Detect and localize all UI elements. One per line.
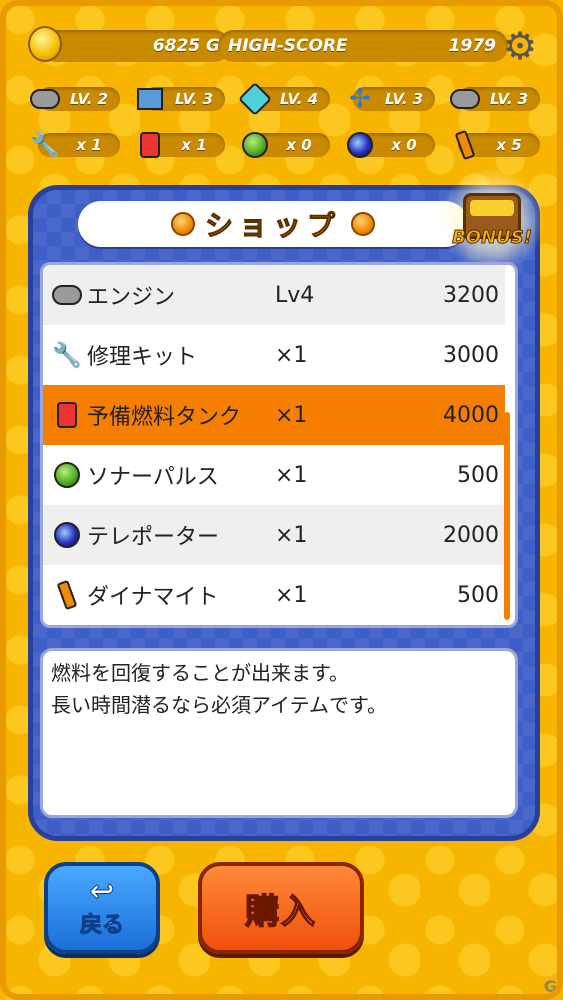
upgrade-drill: LV. 3 [448,84,540,114]
description-line: 燃料を回復することが出来ます。 [51,661,349,685]
item-name: 予備燃料タンク [87,405,242,430]
bonus-button[interactable]: BONUS! [438,168,546,272]
highscore-value: 1979 [448,36,496,56]
teleporter-icon [347,132,373,158]
shop-title: ショップ [204,209,341,243]
upgrade-engine: LV. 2 [28,84,120,114]
item-price: 500 [457,462,499,488]
item-price: 3200 [443,282,499,308]
highscore-label: HIGH-SCORE [228,36,348,56]
upgrade-level: LV. 2 [69,90,109,108]
item-name: エンジン [87,285,176,310]
back-button-label: 戻る [79,913,124,939]
upgrade-crystal: LV. 4 [238,82,330,116]
wrench-icon: 🔧 [52,341,82,369]
engine-icon [30,89,60,109]
inventory-count: x 5 [496,136,522,154]
status-bar: 6825 G HIGH-SCORE 1979 ⚙ [28,26,540,66]
inventory-teleporter: x 0 [343,130,435,160]
upgrade-level: LV. 3 [174,90,214,108]
gear-icon[interactable]: ⚙ [500,26,540,66]
upgrade-row: LV. 2 LV. 3 LV. 4 ✢ LV. 3 LV. 3 [28,82,540,116]
list-item[interactable]: エンジン Lv4 3200 [43,265,505,325]
item-price: 500 [457,582,499,608]
propeller-icon: ✢ [349,84,371,114]
highscore-display: HIGH-SCORE 1979 [218,30,508,62]
upgrade-level: LV. 3 [489,90,529,108]
item-price: 4000 [443,402,499,428]
upgrade-level: LV. 4 [279,90,319,108]
inventory-fuel: x 1 [133,130,225,160]
item-qty: ×1 [275,342,308,368]
inventory-count: x 0 [391,136,417,154]
list-item-selected[interactable]: 予備燃料タンク ×1 4000 [43,385,505,445]
item-name: 修理キット [87,345,198,370]
upgrade-level: LV. 3 [384,90,424,108]
list-item[interactable]: ダイナマイト ×1 500 [43,565,505,625]
buy-button-label: 購入 [244,891,317,933]
gold-value: 6825 G [152,36,220,56]
inventory-count: x 1 [181,136,207,154]
inventory-count: x 0 [286,136,312,154]
shop-item-list[interactable]: エンジン Lv4 3200 🔧 修理キット ×1 3000 予備燃料タンク ×1… [40,262,518,628]
list-item[interactable]: 🔧 修理キット ×1 3000 [43,325,505,385]
engine-icon [52,285,82,305]
inventory-wrench: 🔧 x 1 [28,130,120,160]
item-name: ダイナマイト [87,585,219,610]
list-item[interactable]: ソナーパルス ×1 500 [43,445,505,505]
item-qty: Lv4 [275,282,315,308]
list-item[interactable]: テレポーター ×1 2000 [43,505,505,565]
list-scrollbar[interactable] [504,412,510,620]
inventory-sonar: x 0 [238,130,330,160]
coin-icon [28,26,62,62]
teleporter-icon [54,522,80,548]
drill-icon [450,89,480,109]
item-price: 2000 [443,522,499,548]
item-qty: ×1 [275,402,308,428]
item-qty: ×1 [275,522,308,548]
return-arrow-icon: ↩ [89,874,115,909]
site-watermark: G [543,977,557,996]
dynamite-icon [56,579,78,611]
wrench-icon: 🔧 [30,131,60,159]
fuel-tank-icon [140,132,160,158]
item-description: 燃料を回復することが出来ます。 長い時間潜るなら必須アイテムです。 [40,648,518,818]
inventory-dynamite: x 5 [448,129,540,161]
item-price: 3000 [443,342,499,368]
item-name: テレポーター [87,525,220,550]
orange-dot-icon [351,212,375,236]
item-qty: ×1 [275,462,308,488]
fuel-tank-icon [57,402,77,428]
upgrade-hull: LV. 3 [133,84,225,114]
upgrade-propeller: ✢ LV. 3 [343,84,435,114]
sonar-icon [242,132,268,158]
description-line: 長い時間潜るなら必須アイテムです。 [51,693,387,717]
back-button[interactable]: ↩ 戻る [44,862,160,954]
buy-button[interactable]: 購入 [198,862,364,954]
item-qty: ×1 [275,582,308,608]
gold-display: 6825 G [40,30,230,62]
orange-dot-icon [170,212,195,236]
bonus-label: BONUS! [452,226,533,248]
inventory-count: x 1 [76,136,102,154]
shop-title-bar: ショップ [78,201,468,247]
sonar-icon [54,462,80,488]
hull-box-icon [137,88,163,110]
dynamite-icon [454,129,476,161]
crystal-icon [238,82,272,116]
item-name: ソナーパルス [87,465,219,490]
inventory-row: 🔧 x 1 x 1 x 0 x 0 x 5 [28,129,540,162]
